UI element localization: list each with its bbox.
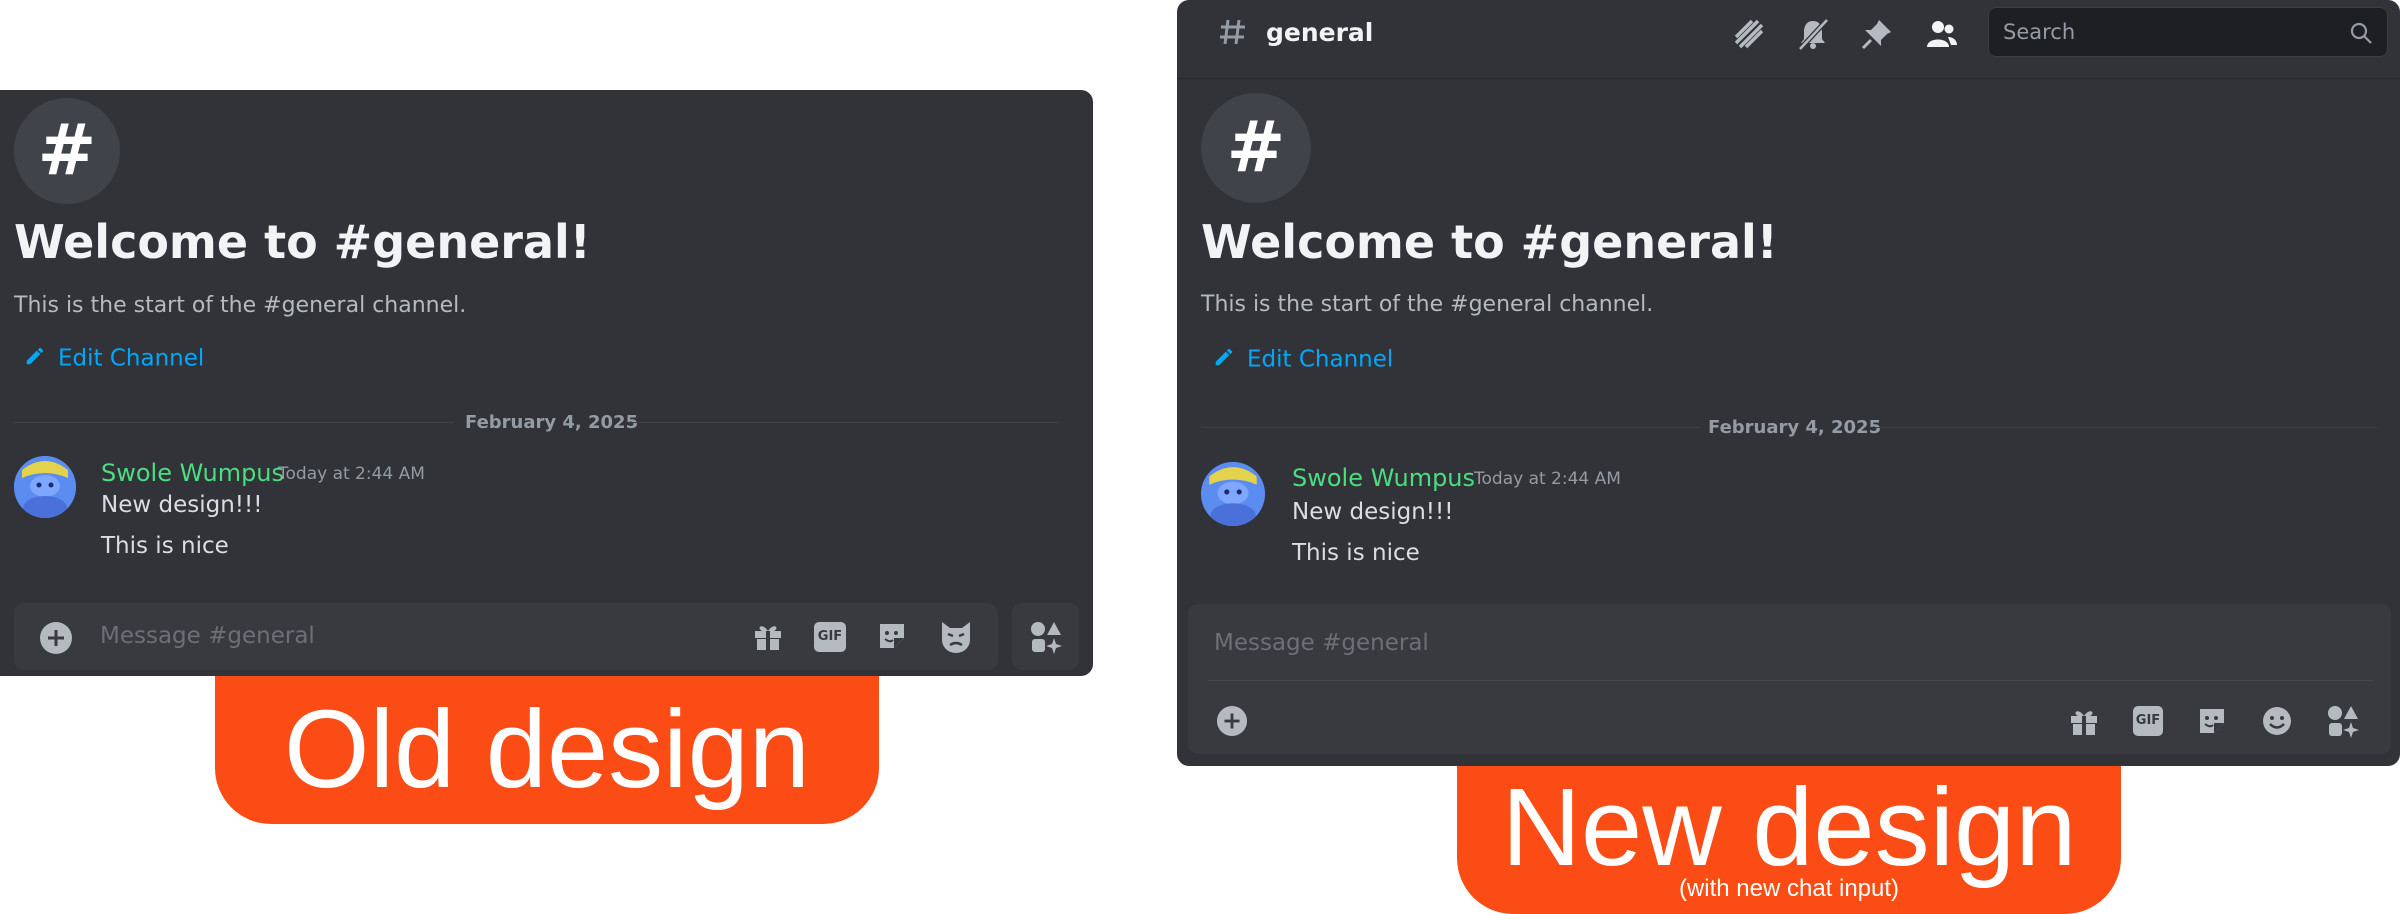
members-icon[interactable] <box>1924 17 1958 55</box>
gif-icon[interactable]: GIF <box>2133 706 2163 736</box>
message-author[interactable]: Swole Wumpus <box>1292 464 1475 492</box>
search-input[interactable]: Search <box>1988 7 2388 57</box>
channel-start-text: This is the start of the #general channe… <box>1201 292 1654 317</box>
apps-icon[interactable] <box>2325 703 2361 743</box>
gif-icon[interactable]: GIF <box>814 622 846 652</box>
old-design-label: Old design <box>215 676 879 824</box>
message-input[interactable]: Message #general <box>1214 630 1429 656</box>
sticker-icon[interactable] <box>2196 705 2228 741</box>
message-input-bar: Message #general GIF <box>14 603 998 670</box>
gift-icon[interactable] <box>2068 705 2100 741</box>
message-line: New design!!! <box>101 492 263 518</box>
channel-hash-icon <box>1218 17 1248 51</box>
sticker-icon[interactable] <box>876 620 908 656</box>
emoji-icon[interactable] <box>938 618 974 658</box>
add-circle-icon[interactable] <box>39 621 73 659</box>
message-author[interactable]: Swole Wumpus <box>101 459 284 487</box>
message-timestamp: Today at 2:44 AM <box>278 464 425 484</box>
channel-header: general Search <box>1177 0 2400 79</box>
channel-name: general <box>1266 18 1374 47</box>
new-design-panel: general Search # Welcome to #general! Th… <box>1177 0 2400 766</box>
message-line: New design!!! <box>1292 499 1454 525</box>
date-label: February 4, 2025 <box>465 412 639 433</box>
avatar[interactable] <box>1201 462 1265 526</box>
pin-icon[interactable] <box>1860 17 1894 55</box>
welcome-title: Welcome to #general! <box>14 215 591 269</box>
date-divider: February 4, 2025 <box>1201 417 2377 438</box>
channel-hash-icon: # <box>14 98 120 204</box>
old-design-text: Old design <box>284 688 810 811</box>
search-placeholder: Search <box>2003 20 2076 44</box>
message-timestamp: Today at 2:44 AM <box>1474 469 1621 489</box>
edit-channel-label: Edit Channel <box>1247 346 1394 373</box>
apps-icon[interactable] <box>1028 619 1064 659</box>
message-input-bar: Message #general GIF <box>1188 604 2391 754</box>
search-icon[interactable] <box>2349 21 2373 49</box>
mute-bell-icon[interactable] <box>1796 17 1830 55</box>
pencil-icon <box>1213 346 1235 374</box>
new-design-label: New design (with new chat input) <box>1457 766 2121 914</box>
apps-button[interactable] <box>1012 603 1079 670</box>
emoji-icon[interactable] <box>2261 705 2293 741</box>
threads-icon[interactable] <box>1732 17 1766 55</box>
edit-channel-label: Edit Channel <box>58 345 205 372</box>
channel-start-text: This is the start of the #general channe… <box>14 293 467 318</box>
date-label: February 4, 2025 <box>1708 417 1882 438</box>
gift-icon[interactable] <box>752 620 784 656</box>
avatar[interactable] <box>14 456 76 518</box>
new-design-text: New design <box>1501 766 2077 889</box>
add-circle-icon[interactable] <box>1216 705 1248 741</box>
message-input[interactable]: Message #general <box>100 623 315 649</box>
new-design-subtitle: (with new chat input) <box>1678 875 1900 902</box>
welcome-title: Welcome to #general! <box>1201 215 1778 269</box>
old-design-panel: # Welcome to #general! This is the start… <box>0 90 1093 676</box>
edit-channel-link[interactable]: Edit Channel <box>1213 346 1393 374</box>
message-line: This is nice <box>101 533 229 559</box>
date-divider: February 4, 2025 <box>14 412 1059 433</box>
message-line: This is nice <box>1292 540 1420 566</box>
pencil-icon <box>24 345 46 373</box>
edit-channel-link[interactable]: Edit Channel <box>24 345 204 373</box>
channel-hash-icon-large: # <box>1201 93 1311 203</box>
